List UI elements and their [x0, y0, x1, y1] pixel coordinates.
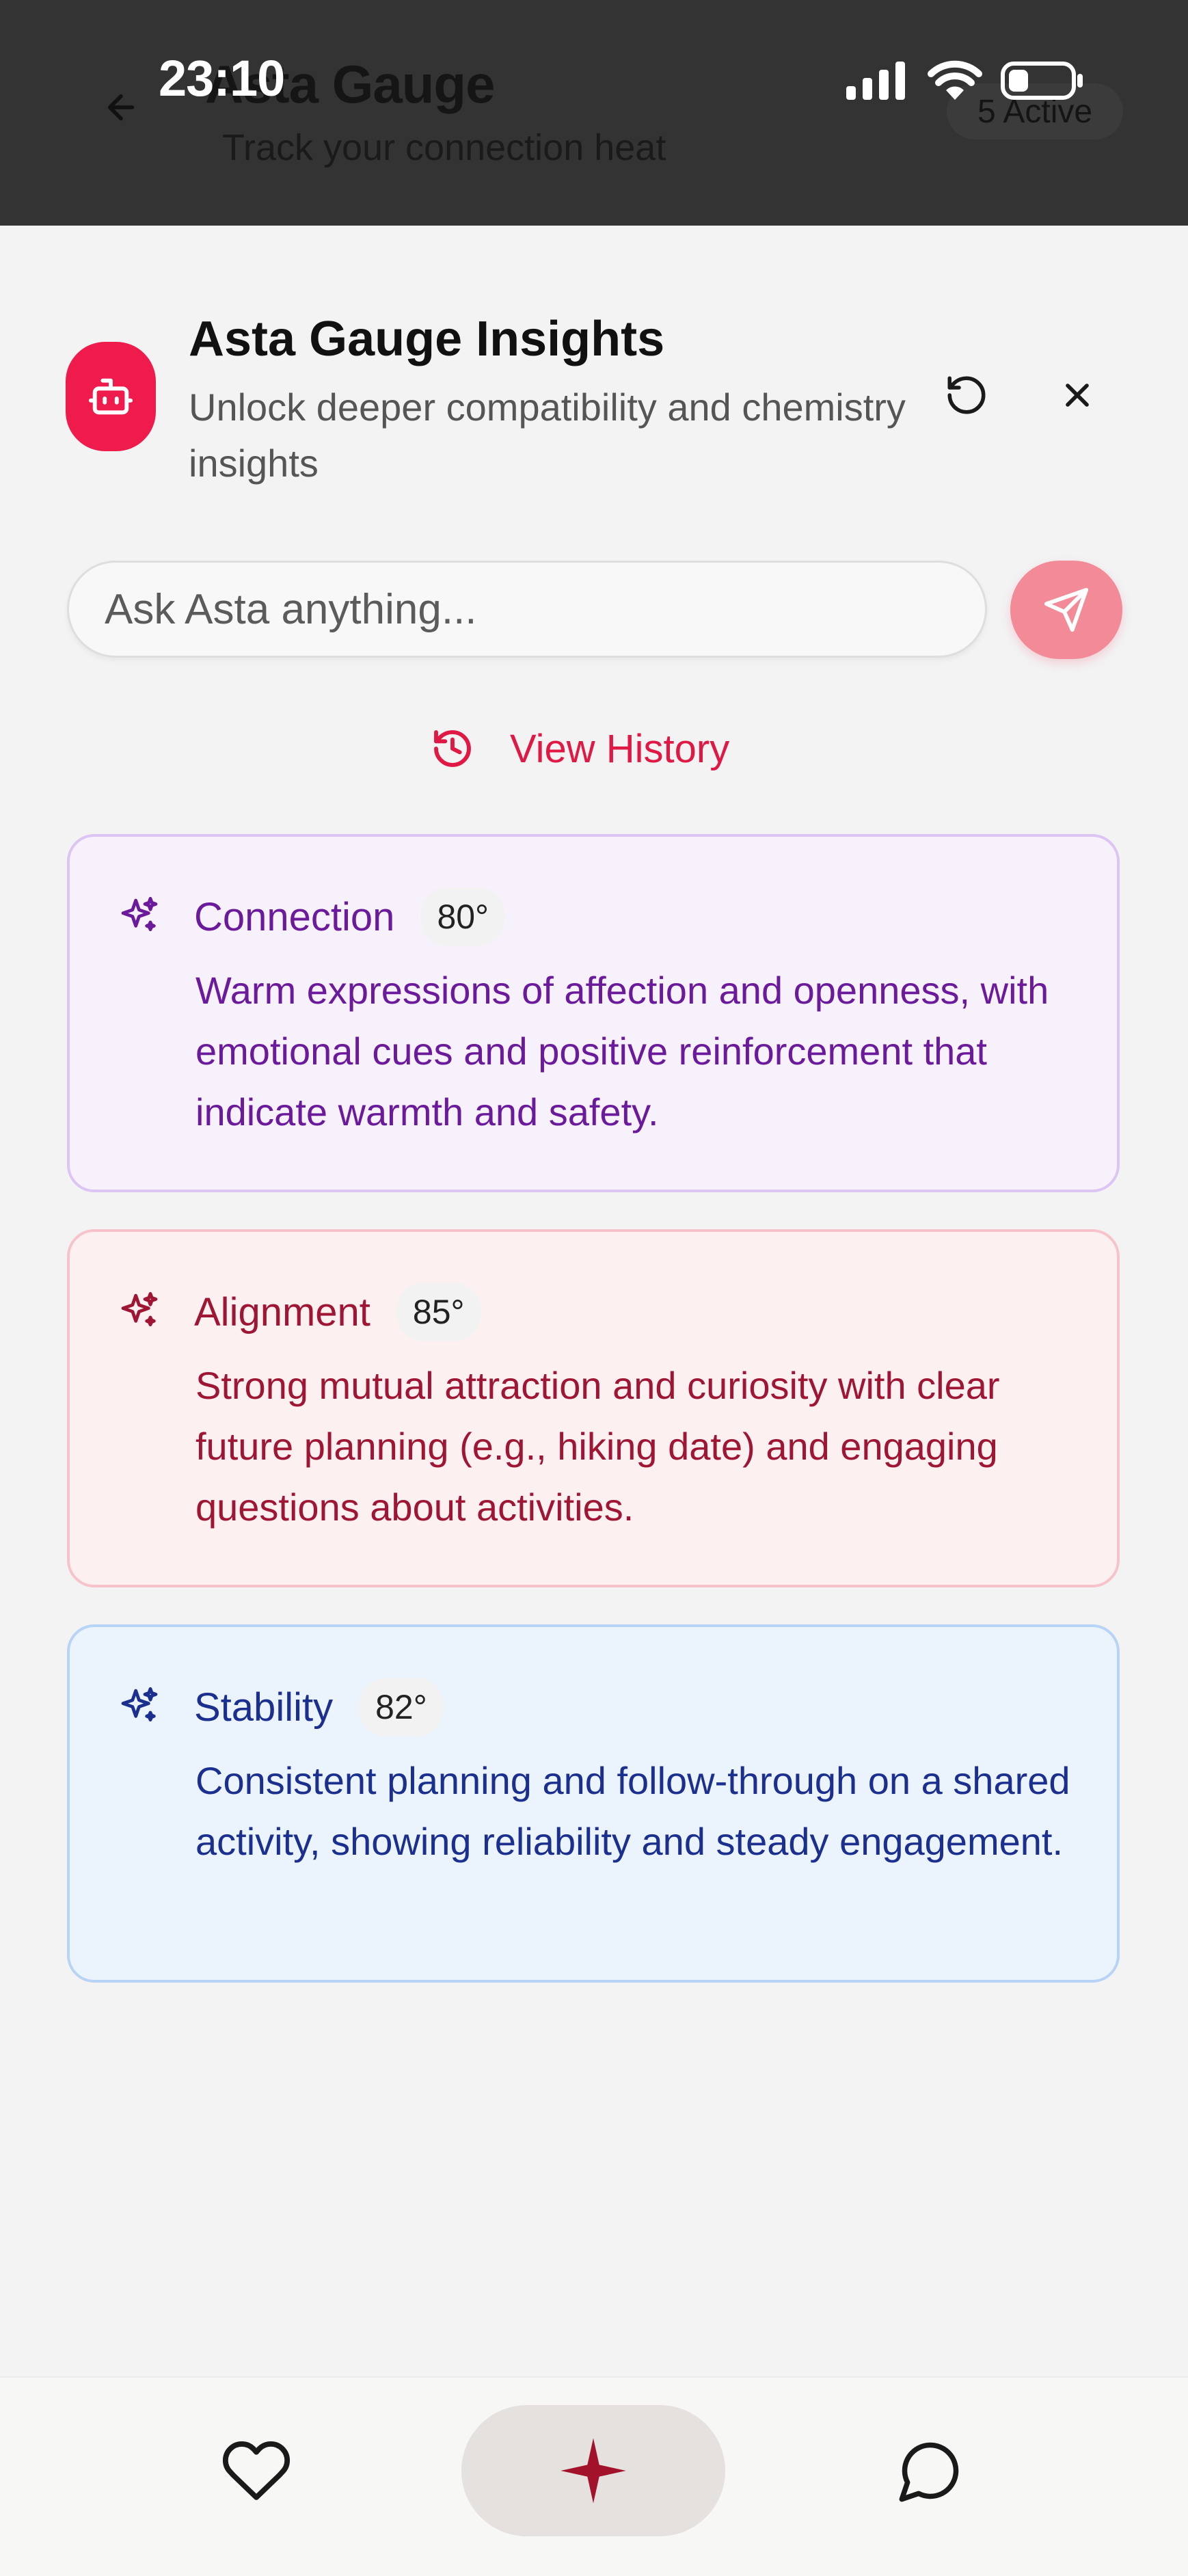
- nav-heart-button[interactable]: [212, 2430, 301, 2512]
- nav-insights-button[interactable]: [461, 2405, 725, 2536]
- insight-label: Alignment: [194, 1289, 370, 1334]
- heart-icon: [222, 2441, 291, 2500]
- send-button[interactable]: [1010, 561, 1122, 659]
- insight-description: Consistent planning and follow-through o…: [195, 1759, 1070, 1863]
- nav-chat-button[interactable]: [886, 2430, 975, 2512]
- insight-degree-badge: 85°: [396, 1283, 481, 1341]
- insight-degree-badge: 80°: [420, 887, 506, 946]
- cellular-signal-icon: [846, 62, 909, 103]
- insight-description: Strong mutual attraction and curiosity w…: [195, 1364, 1000, 1529]
- close-icon: [1066, 384, 1089, 407]
- bot-avatar-icon: [66, 342, 156, 451]
- ask-input[interactable]: [67, 561, 987, 658]
- status-icons: [846, 60, 1085, 105]
- sparkle-icon: [561, 2438, 626, 2504]
- insight-label: Connection: [194, 894, 395, 939]
- insight-label: Stability: [194, 1685, 334, 1730]
- insight-description: Warm expressions of affection and openne…: [195, 969, 1049, 1133]
- view-history-label: View History: [510, 726, 730, 771]
- history-icon: [434, 730, 471, 767]
- background-app-header: Asta Gauge Track your connection heat 5 …: [0, 0, 1188, 226]
- close-button[interactable]: [1043, 361, 1111, 429]
- insight-card-alignment: Alignment 85° Strong mutual attraction a…: [67, 1229, 1120, 1587]
- insight-card-connection: Connection 80° Warm expressions of affec…: [67, 834, 1120, 1192]
- back-arrow-icon[interactable]: [99, 85, 143, 129]
- status-time: 23:10: [159, 50, 285, 107]
- background-page-subtitle: Track your connection heat: [222, 127, 666, 168]
- chat-bubble-icon: [899, 2442, 959, 2502]
- insight-card-stability: Stability 82° Consistent planning and fo…: [67, 1624, 1120, 1983]
- sheet-subtitle: Unlock deeper compatibility and chemistr…: [189, 386, 906, 485]
- wifi-icon: [927, 60, 983, 105]
- sheet-title: Asta Gauge Insights: [189, 312, 665, 366]
- view-history-link[interactable]: View History: [431, 718, 729, 779]
- insight-degree-badge: 82°: [359, 1678, 444, 1736]
- send-icon: [1044, 587, 1089, 632]
- sparkle-icon: [121, 1291, 158, 1327]
- sparkle-icon: [121, 896, 158, 932]
- refresh-button[interactable]: [932, 361, 1001, 429]
- refresh-icon: [947, 376, 986, 414]
- battery-icon: [1001, 62, 1085, 103]
- sparkle-icon: [121, 1687, 158, 1722]
